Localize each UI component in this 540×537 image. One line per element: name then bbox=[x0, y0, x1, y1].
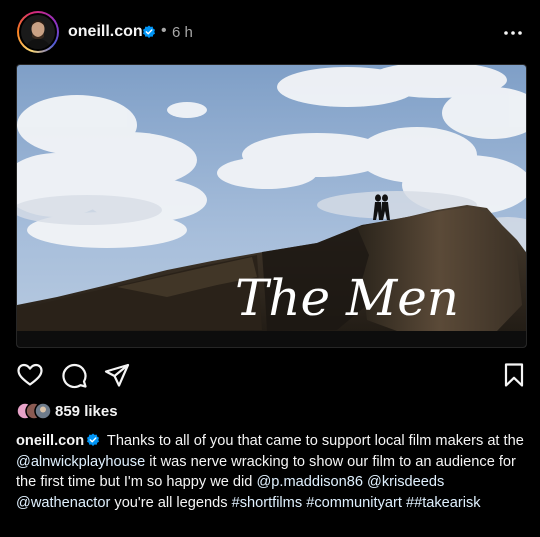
username[interactable]: oneill.con bbox=[68, 23, 143, 41]
mention-link[interactable]: @alnwickplayhouse bbox=[16, 454, 145, 470]
more-options-icon[interactable] bbox=[502, 22, 524, 42]
heart-icon[interactable] bbox=[16, 361, 44, 389]
likes-count[interactable]: 859 likes bbox=[55, 403, 118, 421]
caption: oneill.con Thanks to all of you that cam… bbox=[16, 431, 524, 513]
hashtag-link[interactable]: #shortfilms bbox=[232, 495, 303, 511]
mention-link[interactable]: @krisdeeds bbox=[367, 474, 444, 490]
separator-dot: • bbox=[161, 22, 167, 39]
avatar[interactable] bbox=[19, 13, 57, 51]
timestamp[interactable]: 6 h bbox=[172, 24, 193, 42]
bookmark-icon[interactable] bbox=[500, 361, 528, 389]
likes-row: 859 likes bbox=[16, 401, 316, 421]
share-icon[interactable] bbox=[103, 361, 131, 389]
caption-text: Thanks to all of you that came to suppor… bbox=[106, 433, 524, 449]
caption-username[interactable]: oneill.con bbox=[16, 433, 84, 449]
verified-badge-icon bbox=[87, 433, 100, 446]
hashtag-link[interactable]: ##takearisk bbox=[406, 495, 481, 511]
post-image[interactable]: The Men bbox=[16, 64, 527, 348]
film-still-image: The Men bbox=[17, 65, 526, 347]
film-title-text: The Men bbox=[235, 269, 459, 327]
likers-avatars-icon[interactable] bbox=[16, 402, 56, 420]
caption-text: you're all legends bbox=[114, 494, 228, 511]
verified-badge-icon bbox=[143, 25, 155, 38]
mention-link[interactable]: @p.maddison86 bbox=[256, 474, 363, 490]
comment-icon[interactable] bbox=[60, 361, 88, 389]
profile-photo-icon bbox=[21, 15, 55, 49]
post-header: oneill.con • 6 h bbox=[0, 0, 540, 64]
hashtag-link[interactable]: #communityart bbox=[306, 495, 402, 511]
mention-link[interactable]: @wathenactor bbox=[16, 495, 110, 511]
story-ring[interactable] bbox=[17, 11, 59, 53]
